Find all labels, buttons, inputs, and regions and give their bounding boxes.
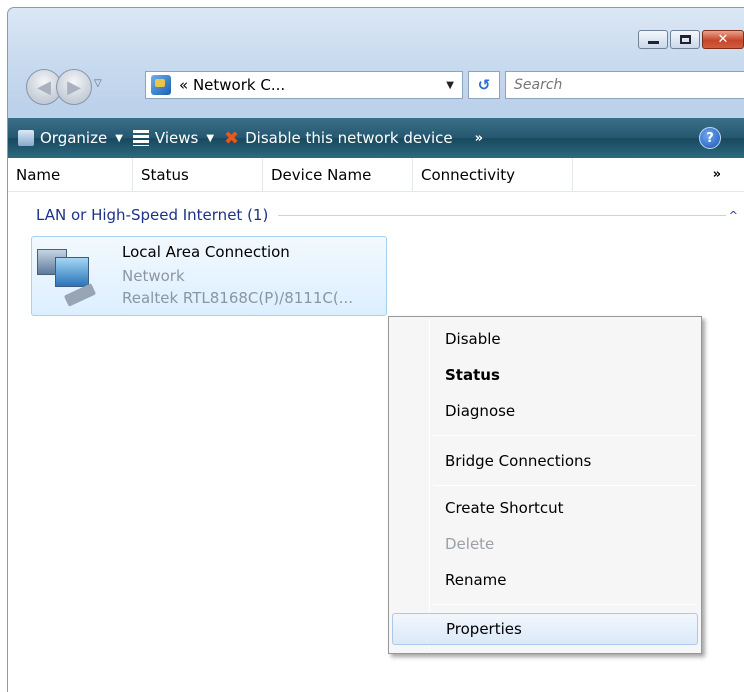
menu-item-diagnose[interactable]: Diagnose: [392, 395, 698, 427]
address-bar[interactable]: « Network C... ▼: [145, 71, 463, 99]
column-header-status[interactable]: Status: [133, 158, 263, 191]
views-icon: [132, 130, 149, 146]
menu-item-create-shortcut[interactable]: Create Shortcut: [392, 492, 698, 524]
group-title: LAN or High-Speed Internet (1): [36, 206, 269, 224]
network-folder-icon: [151, 75, 171, 95]
menu-item-rename[interactable]: Rename: [392, 564, 698, 596]
chevron-down-icon: ▽: [94, 78, 102, 89]
connection-name: Local Area Connection: [122, 243, 290, 261]
maximize-icon: [679, 35, 691, 44]
forward-button[interactable]: ▶: [56, 69, 92, 105]
minimize-button[interactable]: [638, 30, 668, 49]
connection-device: Realtek RTL8168C(P)/8111C(...: [122, 289, 354, 307]
views-button[interactable]: Views ▼: [132, 129, 215, 147]
refresh-icon: ↺: [477, 76, 491, 94]
close-button[interactable]: ✕: [702, 30, 744, 49]
context-menu: Disable Status Diagnose Bridge Connectio…: [388, 316, 702, 654]
organize-icon: [18, 130, 34, 146]
disable-label: Disable this network device: [245, 129, 453, 147]
back-arrow-icon: ◀: [37, 76, 51, 98]
help-icon: ?: [706, 130, 714, 146]
network-connection-item[interactable]: Local Area Connection Network Realtek RT…: [31, 236, 387, 316]
chevron-down-icon: ▼: [206, 132, 215, 144]
menu-separator: [433, 435, 697, 436]
navigation-bar: ◀ ▶ ▽ « Network C... ▼ ↺: [8, 63, 744, 105]
column-header-name[interactable]: Name: [8, 158, 133, 191]
help-button[interactable]: ?: [699, 127, 721, 149]
close-icon: ✕: [717, 32, 729, 47]
minimize-icon: [647, 41, 659, 44]
search-input[interactable]: [514, 77, 734, 93]
forward-arrow-icon: ▶: [67, 76, 81, 98]
menu-item-disable[interactable]: Disable: [392, 323, 698, 355]
menu-item-status[interactable]: Status: [392, 359, 698, 391]
network-connection-icon: [37, 245, 97, 307]
column-header-device-name[interactable]: Device Name: [263, 158, 413, 191]
menu-separator: [433, 485, 697, 486]
monitor-front-shape: [55, 257, 89, 287]
collapse-chevron-icon[interactable]: ^: [729, 209, 738, 222]
caption-buttons: ✕: [638, 30, 744, 49]
organize-label: Organize: [40, 129, 108, 147]
chevron-down-icon: ▼: [115, 132, 123, 144]
address-breadcrumb[interactable]: « Network C...: [179, 76, 285, 94]
search-box[interactable]: [505, 71, 744, 99]
group-divider: [278, 214, 726, 216]
disable-device-button[interactable]: ✖ Disable this network device: [224, 128, 453, 149]
menu-item-delete: Delete: [445, 535, 495, 553]
refresh-button[interactable]: ↺: [468, 71, 500, 99]
menu-item-bridge-connections[interactable]: Bridge Connections: [392, 445, 698, 477]
toolbar-overflow-button[interactable]: »: [475, 131, 483, 146]
column-header-connectivity[interactable]: Connectivity: [413, 158, 573, 191]
maximize-button[interactable]: [670, 30, 700, 49]
recent-pages-dropdown[interactable]: ▽: [94, 78, 102, 89]
views-label: Views: [154, 129, 199, 147]
group-header[interactable]: LAN or High-Speed Internet (1) ^: [36, 206, 738, 224]
column-overflow-button[interactable]: »: [713, 167, 721, 182]
organize-button[interactable]: Organize ▼: [18, 129, 123, 147]
menu-separator: [433, 604, 697, 605]
command-bar: Organize ▼ Views ▼ ✖ Disable this networ…: [8, 118, 744, 158]
connection-status: Network: [122, 267, 185, 285]
column-header-row: Name Status Device Name Connectivity »: [8, 158, 744, 192]
disable-x-icon: ✖: [224, 127, 240, 149]
menu-item-properties[interactable]: Properties: [392, 613, 698, 645]
address-dropdown-icon[interactable]: ▼: [446, 80, 454, 91]
